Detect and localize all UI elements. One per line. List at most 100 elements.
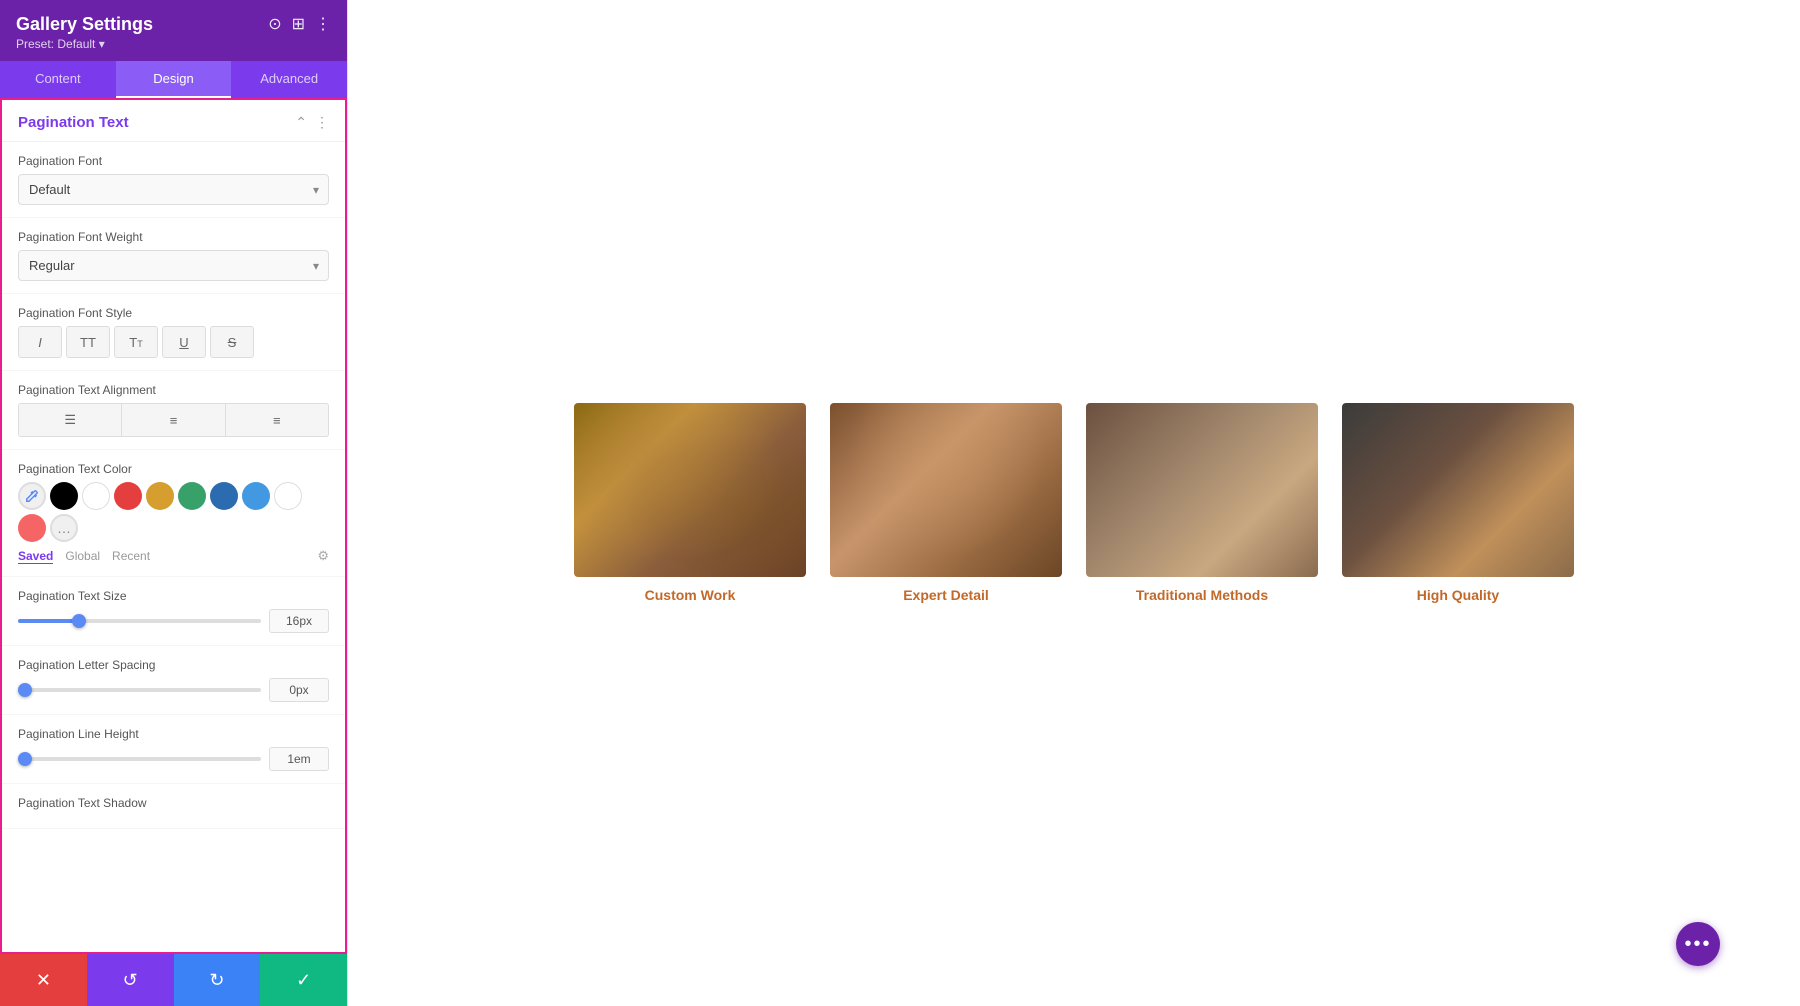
tab-bar: Content Design Advanced (0, 61, 347, 98)
swatch-black[interactable] (50, 482, 78, 510)
align-center-button[interactable]: ≡ (122, 404, 225, 436)
pagination-text-color-label: Pagination Text Color (18, 462, 329, 476)
pagination-font-style-setting: Pagination Font Style I TT Tt U S (2, 294, 345, 371)
italic-button[interactable]: I (18, 326, 62, 358)
alignment-buttons: ☰ ≡ ≡ (18, 403, 329, 437)
letter-spacing-slider-track[interactable] (18, 688, 261, 692)
gallery-item-traditional-methods: Traditional Methods (1086, 403, 1318, 603)
columns-icon[interactable]: ⊞ (292, 14, 305, 34)
color-tab-recent[interactable]: Recent (112, 549, 150, 563)
section-header: Pagination Text ⌃ ⋮ (2, 100, 345, 142)
text-size-slider-track[interactable] (18, 619, 261, 623)
pagination-font-weight-select-wrapper: Regular ▾ (18, 250, 329, 281)
pagination-text-shadow-setting: Pagination Text Shadow (2, 784, 345, 829)
text-size-input[interactable] (269, 609, 329, 633)
text-size-slider-thumb[interactable] (72, 614, 86, 628)
panel-body: Pagination Text ⌃ ⋮ Pagination Font Defa… (0, 98, 347, 954)
gallery-thumb-traditional-methods[interactable] (1086, 403, 1318, 577)
text-size-slider-row (18, 609, 329, 633)
gallery-image-expert-detail (830, 403, 1062, 577)
color-picker: … Saved Global Recent ⚙ (18, 482, 329, 564)
line-height-input[interactable] (269, 747, 329, 771)
gallery-grid: Custom Work Expert Detail Traditional Me… (574, 403, 1574, 603)
pagination-line-height-label: Pagination Line Height (18, 727, 329, 741)
align-left-button[interactable]: ☰ (19, 404, 122, 436)
pagination-font-select[interactable]: Default (18, 174, 329, 205)
section-more-icon[interactable]: ⋮ (315, 114, 329, 131)
more-colors-button[interactable]: … (50, 514, 78, 542)
line-height-slider-thumb[interactable] (18, 752, 32, 766)
panel-header: Gallery Settings Preset: Default ▾ ⊙ ⊞ ⋮ (0, 0, 347, 61)
underline-button[interactable]: U (162, 326, 206, 358)
swatch-red[interactable] (114, 482, 142, 510)
uppercase-button[interactable]: TT (66, 326, 110, 358)
tab-design[interactable]: Design (116, 61, 232, 98)
tab-advanced[interactable]: Advanced (231, 61, 347, 98)
color-tab-saved[interactable]: Saved (18, 549, 53, 564)
gallery-image-traditional-methods (1086, 403, 1318, 577)
gallery-caption-traditional-methods: Traditional Methods (1136, 587, 1268, 603)
section-title: Pagination Text (18, 114, 129, 131)
gallery-thumb-custom-work[interactable] (574, 403, 806, 577)
align-right-button[interactable]: ≡ (226, 404, 328, 436)
settings-icon[interactable]: ⊙ (268, 14, 281, 34)
line-height-slider-row (18, 747, 329, 771)
pagination-font-weight-setting: Pagination Font Weight Regular ▾ (2, 218, 345, 294)
settings-panel: Gallery Settings Preset: Default ▾ ⊙ ⊞ ⋮… (0, 0, 348, 1006)
color-tab-global[interactable]: Global (65, 549, 100, 563)
pagination-text-shadow-label: Pagination Text Shadow (18, 796, 329, 810)
pagination-line-height-setting: Pagination Line Height (2, 715, 345, 784)
save-button[interactable]: ✓ (260, 954, 347, 1006)
swatch-light-blue[interactable] (242, 482, 270, 510)
gallery-caption-custom-work: Custom Work (645, 587, 736, 603)
swatch-white2[interactable] (274, 482, 302, 510)
reset-button[interactable]: ↺ (87, 954, 174, 1006)
gallery-thumb-expert-detail[interactable] (830, 403, 1062, 577)
panel-title: Gallery Settings (16, 14, 153, 35)
eyedropper-button[interactable] (18, 482, 46, 510)
panel-header-info: Gallery Settings Preset: Default ▾ (16, 14, 153, 51)
swatch-dark-blue[interactable] (210, 482, 238, 510)
smallcaps-button[interactable]: Tt (114, 326, 158, 358)
color-swatches-row: … (18, 482, 329, 542)
gallery-thumb-high-quality[interactable] (1342, 403, 1574, 577)
swatch-green[interactable] (178, 482, 206, 510)
gallery-caption-expert-detail: Expert Detail (903, 587, 989, 603)
redo-button[interactable]: ↻ (174, 954, 261, 1006)
pagination-font-weight-label: Pagination Font Weight (18, 230, 329, 244)
header-icons: ⊙ ⊞ ⋮ (268, 14, 331, 34)
pagination-font-weight-select[interactable]: Regular (18, 250, 329, 281)
more-icon[interactable]: ⋮ (315, 14, 331, 34)
pagination-font-style-label: Pagination Font Style (18, 306, 329, 320)
pagination-letter-spacing-setting: Pagination Letter Spacing (2, 646, 345, 715)
panel-preset[interactable]: Preset: Default ▾ (16, 37, 153, 51)
line-height-slider-track[interactable] (18, 757, 261, 761)
color-tabs-row: Saved Global Recent ⚙ (18, 548, 329, 564)
color-settings-icon[interactable]: ⚙ (317, 548, 329, 564)
letter-spacing-slider-row (18, 678, 329, 702)
swatch-yellow[interactable] (146, 482, 174, 510)
gallery-image-custom-work (574, 403, 806, 577)
pagination-text-alignment-label: Pagination Text Alignment (18, 383, 329, 397)
font-style-buttons: I TT Tt U S (18, 326, 329, 358)
letter-spacing-slider-thumb[interactable] (18, 683, 32, 697)
strikethrough-button[interactable]: S (210, 326, 254, 358)
tab-content[interactable]: Content (0, 61, 116, 98)
gallery-image-high-quality (1342, 403, 1574, 577)
fab-button[interactable]: ••• (1676, 922, 1720, 966)
cancel-button[interactable]: ✕ (0, 954, 87, 1006)
gallery-item-custom-work: Custom Work (574, 403, 806, 603)
gallery-item-expert-detail: Expert Detail (830, 403, 1062, 603)
gallery-caption-high-quality: High Quality (1417, 587, 1499, 603)
letter-spacing-input[interactable] (269, 678, 329, 702)
pagination-text-size-setting: Pagination Text Size (2, 577, 345, 646)
main-content: Custom Work Expert Detail Traditional Me… (348, 0, 1800, 1006)
pagination-text-color-setting: Pagination Text Color (2, 450, 345, 577)
swatch-pink-red[interactable] (18, 514, 46, 542)
section-controls: ⌃ ⋮ (295, 114, 329, 131)
pagination-letter-spacing-label: Pagination Letter Spacing (18, 658, 329, 672)
swatch-white[interactable] (82, 482, 110, 510)
pagination-font-setting: Pagination Font Default ▾ (2, 142, 345, 218)
collapse-icon[interactable]: ⌃ (295, 114, 307, 131)
gallery-item-high-quality: High Quality (1342, 403, 1574, 603)
